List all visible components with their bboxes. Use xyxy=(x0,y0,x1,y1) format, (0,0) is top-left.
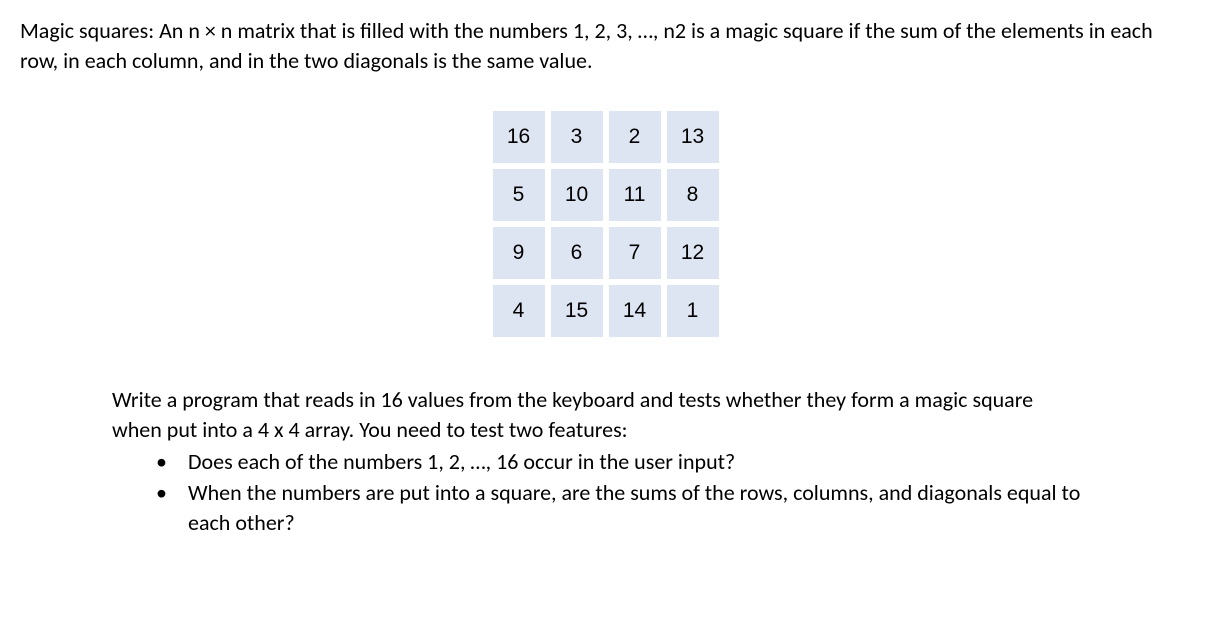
task-section: Write a program that reads in 16 values … xyxy=(20,385,1191,537)
task-bullet: When the numbers are put into a square, … xyxy=(156,478,1081,537)
cell: 4 xyxy=(493,285,545,337)
cell: 13 xyxy=(667,111,719,163)
task-bullet-list: Does each of the numbers 1, 2, …, 16 occ… xyxy=(112,447,1081,538)
cell: 7 xyxy=(609,227,661,279)
cell: 1 xyxy=(667,285,719,337)
task-bullet: Does each of the numbers 1, 2, …, 16 occ… xyxy=(156,447,1081,477)
cell: 16 xyxy=(493,111,545,163)
intro-paragraph: Magic squares: An n × n matrix that is f… xyxy=(20,16,1191,75)
cell: 12 xyxy=(667,227,719,279)
cell: 6 xyxy=(551,227,603,279)
magic-square-grid: 16 3 2 13 5 10 11 8 9 6 7 12 4 15 14 1 xyxy=(493,111,719,337)
task-intro: Write a program that reads in 16 values … xyxy=(112,385,1081,444)
cell: 5 xyxy=(493,169,545,221)
cell: 9 xyxy=(493,227,545,279)
cell: 15 xyxy=(551,285,603,337)
cell: 3 xyxy=(551,111,603,163)
cell: 10 xyxy=(551,169,603,221)
matrix-container: 16 3 2 13 5 10 11 8 9 6 7 12 4 15 14 1 xyxy=(20,111,1191,337)
cell: 14 xyxy=(609,285,661,337)
cell: 2 xyxy=(609,111,661,163)
cell: 11 xyxy=(609,169,661,221)
cell: 8 xyxy=(667,169,719,221)
